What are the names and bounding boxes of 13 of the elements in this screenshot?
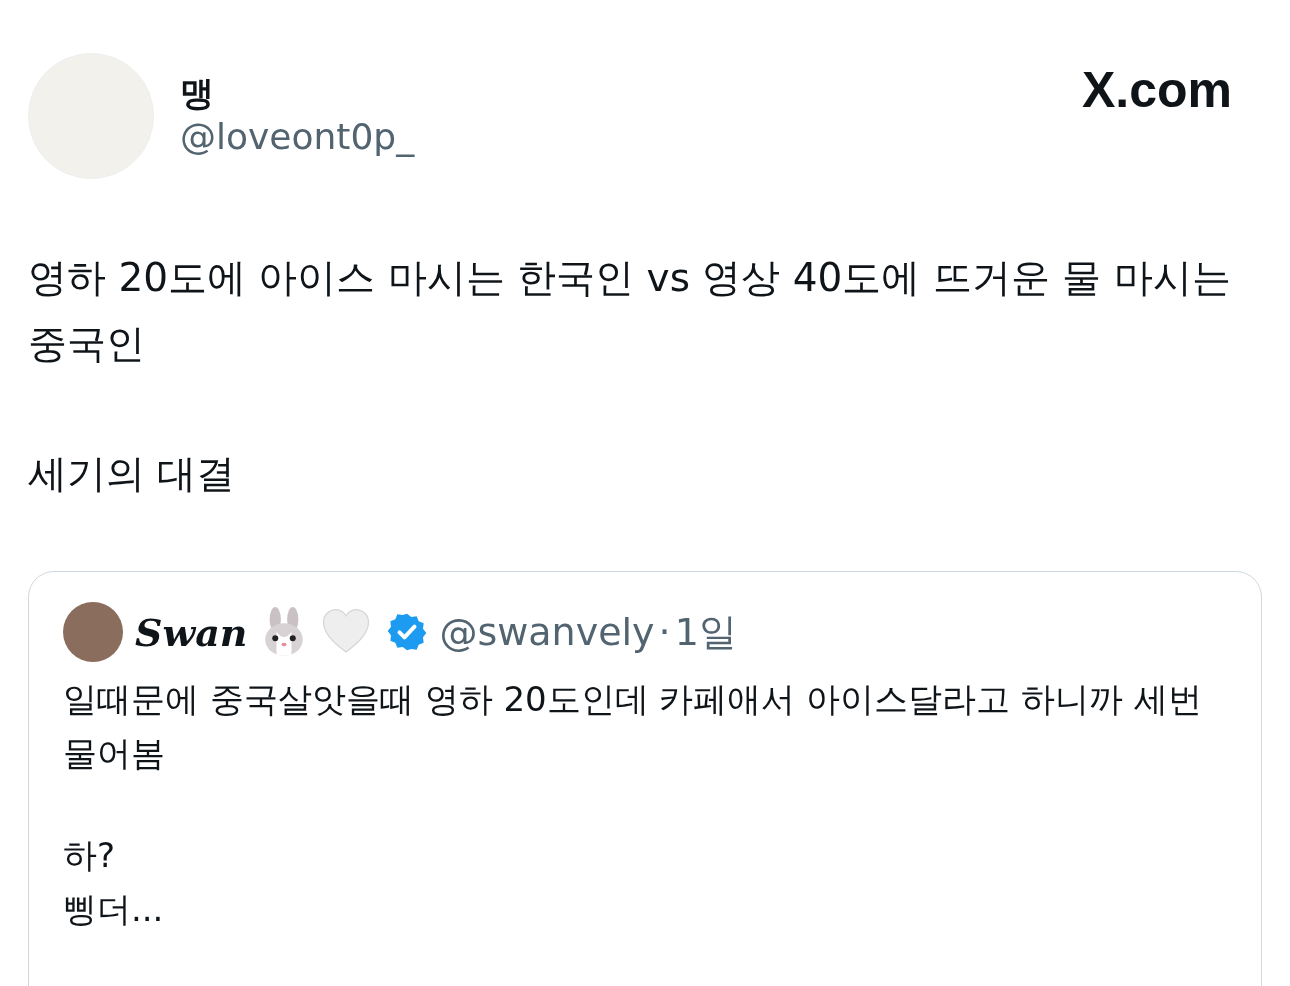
display-name: 맹	[180, 72, 215, 114]
quoted-text: 일때문에 중국살앗을때 영하 20도인데 카페애서 아이스달라고 하니까 세번 물어봄	[63, 678, 1203, 775]
site-logo: X.com	[1081, 61, 1232, 119]
separator-dot: ·	[658, 610, 671, 654]
user-handle: @swanvely	[439, 610, 655, 654]
avatar[interactable]	[63, 602, 123, 662]
quoted-tweet-card[interactable]: Swan @swanvely·1일 일때문에 중국살앗을때 영하 20도인데 카페애서 아이스달라고 하니까 세번 물어봄 하? 삥더...	[28, 571, 1262, 986]
quoted-text: 하? 삥더...	[63, 834, 165, 931]
tweet-text: 세기의 대결	[28, 450, 237, 498]
user-handle: @loveont0p_	[180, 115, 415, 159]
post-time: 1일	[674, 608, 737, 656]
display-name: Swan	[135, 609, 248, 655]
tweet-text: 영하 20도에 아이스 마시는 한국인 vs 영상 40도에 뜨거운 물 마시는 중국인	[28, 254, 1232, 368]
